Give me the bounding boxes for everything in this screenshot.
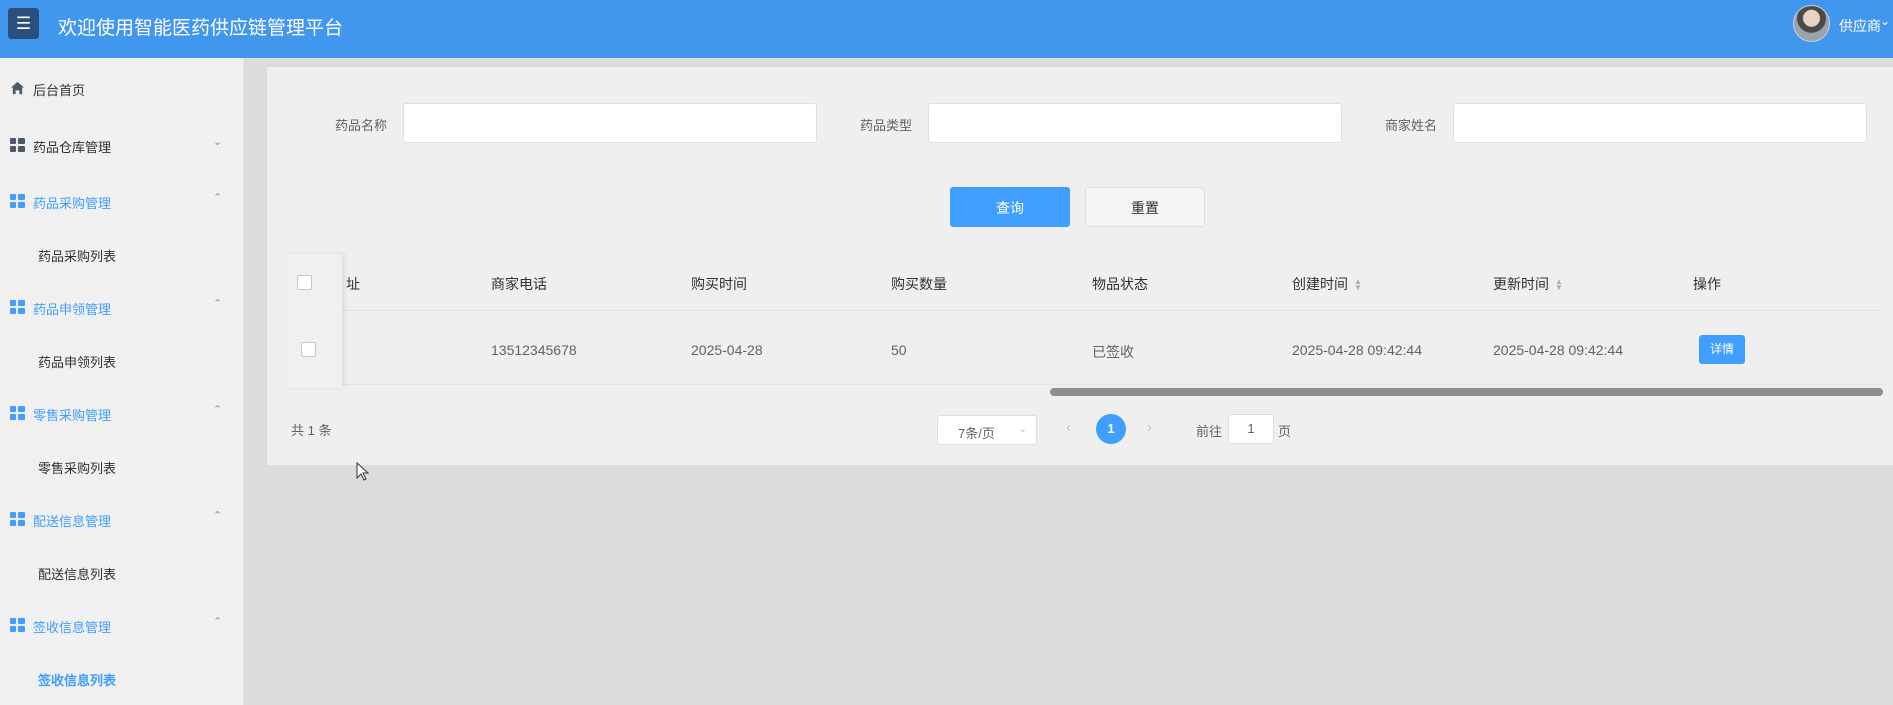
fixed-selection-column (286, 254, 342, 388)
hamburger-icon[interactable]: ☰ (8, 8, 39, 39)
cell-purchase-time: 2025-04-28 (691, 342, 763, 358)
merchant-name-input[interactable] (1453, 103, 1867, 143)
page-size-value: 7条/页 (958, 426, 995, 441)
drug-type-label: 药品类型 (860, 118, 913, 133)
col-header-merchant-phone: 商家电话 (491, 276, 547, 292)
cell-item-status: 已签收 (1092, 344, 1134, 360)
grid-icon (10, 194, 25, 208)
sort-icon[interactable]: ▲ ▼ (1555, 278, 1563, 292)
grid-icon (10, 300, 25, 314)
user-name[interactable]: 供应商 (1839, 16, 1881, 36)
reset-button[interactable]: 重置 (1085, 187, 1205, 227)
grid-icon (10, 618, 25, 632)
sidebar-group-drug-purchase[interactable]: 药品采购管理 ⌃ (0, 181, 244, 221)
user-avatar[interactable] (1793, 5, 1830, 42)
col-header-item-status: 物品状态 (1092, 276, 1148, 292)
page-number-current[interactable]: 1 (1096, 414, 1126, 444)
goto-page-input[interactable]: 1 (1228, 414, 1274, 444)
drug-name-label: 药品名称 (335, 118, 388, 133)
chevron-up-icon: ⌃ (213, 510, 223, 522)
drug-name-input[interactable] (403, 103, 817, 143)
sidebar-group-drug-claim[interactable]: 药品申领管理 ⌃ (0, 287, 244, 327)
top-header: ☰ 欢迎使用智能医药供应链管理平台 供应商 ⌄ (0, 0, 1893, 58)
mouse-cursor-icon (356, 462, 370, 481)
header-divider (286, 310, 1883, 311)
next-page-button[interactable]: › (1147, 419, 1152, 436)
page-size-select[interactable]: 7条/页 ⌄ (937, 415, 1037, 445)
chevron-up-icon: ⌃ (213, 298, 223, 310)
chevron-up-icon: ⌃ (213, 192, 223, 204)
sidebar-item-label: 签收信息列表 (38, 673, 117, 688)
col-header-actions: 操作 (1693, 276, 1721, 292)
home-icon (10, 81, 25, 95)
goto-label: 前往 (1196, 424, 1223, 439)
col-header-label: 更新时间 (1493, 276, 1549, 292)
sidebar-group-delivery-info[interactable]: 配送信息管理 ⌃ (0, 499, 244, 539)
horizontal-scrollbar-thumb[interactable] (1050, 388, 1883, 396)
sidebar-group-label: 药品采购管理 (33, 196, 112, 211)
col-header-updated-at[interactable]: 更新时间 ▲ ▼ (1493, 274, 1563, 294)
chevron-down-icon: ⌄ (213, 136, 223, 148)
sidebar-group-label: 药品申领管理 (33, 302, 112, 317)
sidebar-item-drug-claim-list[interactable]: 药品申领列表 (0, 340, 244, 380)
sidebar-item-label: 配送信息列表 (38, 567, 117, 582)
sidebar-item-label: 后台首页 (33, 83, 86, 98)
cell-updated-at: 2025-04-28 09:42:44 (1493, 342, 1623, 358)
col-header-created-at[interactable]: 创建时间 ▲ ▼ (1292, 274, 1362, 294)
sidebar-group-label: 药品仓库管理 (33, 140, 112, 155)
query-button[interactable]: 查询 (950, 187, 1070, 227)
chevron-up-icon: ⌃ (213, 404, 223, 416)
pagination-total: 共 1 条 (291, 423, 332, 438)
drug-type-input[interactable] (928, 103, 1342, 143)
sidebar-group-label: 零售采购管理 (33, 408, 112, 423)
merchant-name-label: 商家姓名 (1385, 118, 1438, 133)
grid-icon (10, 406, 25, 420)
chevron-down-icon: ⌄ (1018, 423, 1028, 435)
col-header-label: 创建时间 (1292, 276, 1348, 292)
cell-merchant-phone: 13512345678 (491, 342, 577, 358)
sidebar-item-drug-purchase-list[interactable]: 药品采购列表 (0, 234, 244, 274)
row-checkbox[interactable] (301, 342, 316, 357)
chevron-up-icon: ⌃ (213, 616, 223, 628)
prev-page-button[interactable]: ‹ (1066, 419, 1071, 436)
sidebar-item-delivery-info-list[interactable]: 配送信息列表 (0, 552, 244, 592)
sidebar-group-retail-purchase[interactable]: 零售采购管理 ⌃ (0, 393, 244, 433)
select-all-checkbox[interactable] (297, 275, 312, 290)
sidebar-item-label: 零售采购列表 (38, 461, 117, 476)
sidebar-item-retail-purchase-list[interactable]: 零售采购列表 (0, 446, 244, 486)
sidebar: 后台首页 药品仓库管理 ⌄ 药品采购管理 ⌃ 药品采购列表 药品申领管理 ⌃ 药… (0, 58, 244, 705)
sidebar-item-label: 药品申领列表 (38, 355, 117, 370)
app-title: 欢迎使用智能医药供应链管理平台 (58, 18, 344, 39)
row-divider (286, 384, 1883, 385)
detail-button[interactable]: 详情 (1699, 335, 1745, 364)
sidebar-group-drug-warehouse[interactable]: 药品仓库管理 ⌄ (0, 125, 244, 165)
col-header-address: 址 (346, 276, 360, 292)
sidebar-group-label: 签收信息管理 (33, 620, 112, 635)
data-table: 址 商家电话 购买时间 购买数量 物品状态 创建时间 ▲ ▼ 更新时间 ▲ ▼ 操作 1… (286, 254, 1883, 397)
sidebar-item-receipt-info-list[interactable]: 签收信息列表 (0, 658, 244, 698)
cell-created-at: 2025-04-28 09:42:44 (1292, 342, 1422, 358)
sort-icon[interactable]: ▲ ▼ (1354, 278, 1362, 292)
grid-icon (10, 138, 25, 152)
col-header-purchase-time: 购买时间 (691, 276, 747, 292)
sidebar-item-label: 药品采购列表 (38, 249, 117, 264)
cell-purchase-quantity: 50 (891, 342, 907, 358)
grid-icon (10, 512, 25, 526)
sidebar-item-home[interactable]: 后台首页 (0, 68, 244, 108)
sidebar-group-label: 配送信息管理 (33, 514, 112, 529)
chevron-down-icon[interactable]: ⌄ (1880, 14, 1890, 28)
sidebar-group-receipt-info[interactable]: 签收信息管理 ⌃ (0, 605, 244, 645)
col-header-purchase-quantity: 购买数量 (891, 276, 947, 292)
goto-suffix: 页 (1278, 424, 1292, 439)
